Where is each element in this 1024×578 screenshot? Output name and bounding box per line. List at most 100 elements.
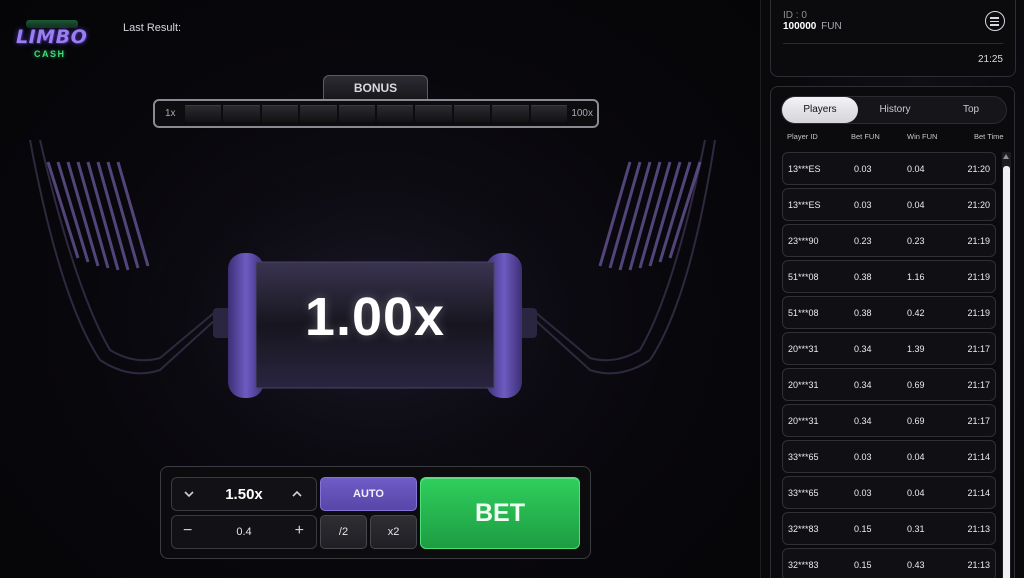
row-time: 21:17 bbox=[967, 344, 990, 354]
row-player: 23***90 bbox=[788, 236, 819, 246]
row-time: 21:17 bbox=[967, 380, 990, 390]
table-row: 51***08 0.38 1.16 21:19 bbox=[782, 260, 996, 293]
table-row: 32***83 0.15 0.31 21:13 bbox=[782, 512, 996, 545]
row-time: 21:20 bbox=[967, 164, 990, 174]
side-panel: ID : 0 100000 FUN 21:25 Players History … bbox=[761, 0, 1024, 578]
row-win: 0.43 bbox=[907, 560, 925, 570]
column-bet: Bet FUN bbox=[851, 132, 880, 141]
game-area: LIMBO CASH Last Result: BONUS 1x 100x 1.… bbox=[0, 0, 760, 578]
row-time: 21:17 bbox=[967, 416, 990, 426]
tab-players[interactable]: Players bbox=[782, 97, 858, 123]
bonus-tab: BONUS bbox=[323, 75, 428, 99]
row-time: 21:13 bbox=[967, 560, 990, 570]
bets-table-body: 13***ES 0.03 0.04 21:20 13***ES 0.03 0.04 21:20… bbox=[782, 152, 996, 578]
row-player: 20***31 bbox=[788, 380, 819, 390]
row-win: 0.23 bbox=[907, 236, 925, 246]
row-player: 33***65 bbox=[788, 488, 819, 498]
row-player: 32***83 bbox=[788, 524, 819, 534]
row-bet: 0.03 bbox=[854, 200, 872, 210]
balance-value: 100000 bbox=[783, 21, 817, 32]
balance-currency: FUN bbox=[821, 21, 842, 32]
bets-panel: Players History Top Player ID Bet FUN Wi… bbox=[770, 86, 1015, 578]
increase-amount-button[interactable]: + bbox=[295, 522, 304, 540]
scroll-up-icon[interactable] bbox=[1003, 154, 1009, 159]
table-row: 13***ES 0.03 0.04 21:20 bbox=[782, 152, 996, 185]
row-win: 0.04 bbox=[907, 200, 925, 210]
row-time: 21:14 bbox=[967, 488, 990, 498]
row-win: 0.31 bbox=[907, 524, 925, 534]
bet-button[interactable]: BET bbox=[420, 477, 580, 549]
double-amount-button[interactable]: x2 bbox=[370, 515, 417, 549]
row-time: 21:13 bbox=[967, 524, 990, 534]
bonus-segment bbox=[377, 105, 414, 122]
bonus-segment bbox=[338, 105, 376, 122]
table-row: 23***90 0.23 0.23 21:19 bbox=[782, 224, 996, 257]
user-card-divider bbox=[783, 43, 1003, 44]
row-time: 21:19 bbox=[967, 308, 990, 318]
table-row: 20***31 0.34 0.69 21:17 bbox=[782, 368, 996, 401]
bonus-segment bbox=[415, 105, 452, 122]
bonus-segment bbox=[453, 105, 491, 122]
row-bet: 0.34 bbox=[854, 344, 872, 354]
bonus-segment bbox=[185, 105, 222, 122]
row-bet: 0.03 bbox=[854, 488, 872, 498]
result-multiplier: 1.00x bbox=[304, 287, 446, 347]
tab-top[interactable]: Top bbox=[942, 97, 1000, 123]
row-player: 51***08 bbox=[788, 308, 819, 318]
bonus-track bbox=[185, 105, 568, 122]
bonus-segment bbox=[492, 105, 529, 122]
bonus-segment bbox=[300, 105, 337, 122]
table-row: 32***83 0.15 0.43 21:13 bbox=[782, 548, 996, 578]
row-win: 1.16 bbox=[907, 272, 925, 282]
tab-history[interactable]: History bbox=[866, 97, 924, 123]
bets-tabs: Players History Top bbox=[781, 96, 1007, 124]
clock: 21:25 bbox=[977, 54, 1003, 65]
bonus-min-label: 1x bbox=[165, 108, 176, 119]
row-win: 0.04 bbox=[907, 164, 925, 174]
table-row: 51***08 0.38 0.42 21:19 bbox=[782, 296, 996, 329]
row-win: 0.69 bbox=[907, 416, 925, 426]
target-odds-control: 1.50x bbox=[171, 477, 317, 511]
user-balance: 100000 FUN bbox=[783, 21, 842, 32]
column-bet-time: Bet Time bbox=[974, 132, 1004, 141]
auto-button[interactable]: AUTO bbox=[320, 477, 417, 511]
limbo-cash-logo: LIMBO CASH bbox=[12, 18, 94, 62]
row-player: 20***31 bbox=[788, 416, 819, 426]
halve-amount-button[interactable]: /2 bbox=[320, 515, 367, 549]
user-card: ID : 0 100000 FUN 21:25 bbox=[770, 0, 1016, 77]
row-win: 0.04 bbox=[907, 452, 925, 462]
row-player: 13***ES bbox=[788, 200, 821, 210]
table-row: 20***31 0.34 0.69 21:17 bbox=[782, 404, 996, 437]
row-player: 33***65 bbox=[788, 452, 819, 462]
column-win: Win FUN bbox=[907, 132, 938, 141]
row-bet: 0.34 bbox=[854, 380, 872, 390]
row-player: 32***83 bbox=[788, 560, 819, 570]
last-result-label: Last Result: bbox=[123, 22, 182, 34]
row-win: 1.39 bbox=[907, 344, 925, 354]
table-row: 20***31 0.34 1.39 21:17 bbox=[782, 332, 996, 365]
bets-scrollbar[interactable] bbox=[1002, 152, 1011, 578]
chevron-up-icon[interactable] bbox=[290, 487, 304, 501]
table-row: 13***ES 0.03 0.04 21:20 bbox=[782, 188, 996, 221]
row-win: 0.69 bbox=[907, 380, 925, 390]
row-bet: 0.15 bbox=[854, 524, 872, 534]
column-player-id: Player ID bbox=[787, 132, 818, 141]
scrollbar-thumb[interactable] bbox=[1003, 166, 1010, 578]
row-time: 21:14 bbox=[967, 452, 990, 462]
bonus-segment bbox=[261, 105, 299, 122]
menu-icon[interactable] bbox=[985, 11, 1005, 31]
bonus-segment bbox=[530, 105, 568, 122]
row-win: 0.04 bbox=[907, 488, 925, 498]
row-player: 51***08 bbox=[788, 272, 819, 282]
row-bet: 0.15 bbox=[854, 560, 872, 570]
row-player: 20***31 bbox=[788, 344, 819, 354]
table-row: 33***65 0.03 0.04 21:14 bbox=[782, 476, 996, 509]
logo-text: LIMBO bbox=[16, 26, 88, 48]
row-bet: 0.38 bbox=[854, 272, 872, 282]
row-bet: 0.03 bbox=[854, 164, 872, 174]
row-bet: 0.23 bbox=[854, 236, 872, 246]
bet-amount-control: − 0.4 + bbox=[171, 515, 317, 549]
row-bet: 0.03 bbox=[854, 452, 872, 462]
row-player: 13***ES bbox=[788, 164, 821, 174]
row-win: 0.42 bbox=[907, 308, 925, 318]
